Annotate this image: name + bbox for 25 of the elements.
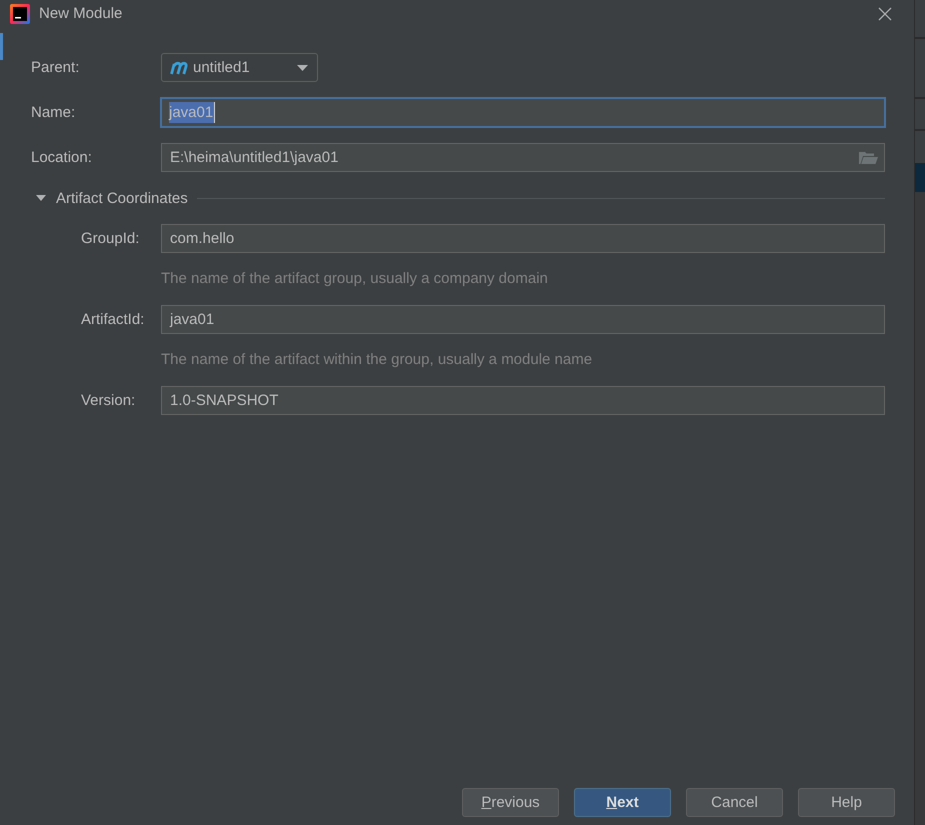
primary-button[interactable]: Next (574, 788, 671, 817)
window-title: New Module (39, 5, 122, 22)
field-label: Parent: (31, 59, 80, 76)
input-field[interactable]: java01 (160, 97, 886, 128)
dialog-button[interactable]: Cancel (686, 788, 783, 817)
field-label: Location: (31, 149, 92, 166)
field-label: GroupId: (80, 230, 140, 247)
field-label: Name: (31, 104, 76, 121)
caret-down-icon[interactable] (36, 193, 46, 203)
section-title: Artifact Coordinates (56, 190, 188, 206)
input-field[interactable]: E:\heima\untitled1\java01 (161, 143, 885, 172)
module-icon (170, 60, 188, 74)
input-field[interactable]: 1.0-SNAPSHOT (161, 386, 885, 415)
input-field[interactable]: java01 (161, 305, 885, 334)
field-label: Version: (80, 392, 136, 409)
field-label: ArtifactId: (80, 311, 144, 328)
caret-down-icon (297, 64, 308, 70)
close-icon[interactable] (878, 6, 892, 20)
hint-text: The name of the artifact within the group, usually a module name (161, 350, 592, 370)
dialog-button[interactable]: Help (798, 788, 895, 817)
dialog-button[interactable]: Previous (462, 788, 559, 817)
hint-text: The name of the artifact group, usually a company domain (161, 269, 548, 289)
input-field[interactable]: com.hello (161, 224, 885, 253)
app-icon (10, 4, 30, 24)
parent-dropdown[interactable]: untitled1 (161, 53, 318, 82)
